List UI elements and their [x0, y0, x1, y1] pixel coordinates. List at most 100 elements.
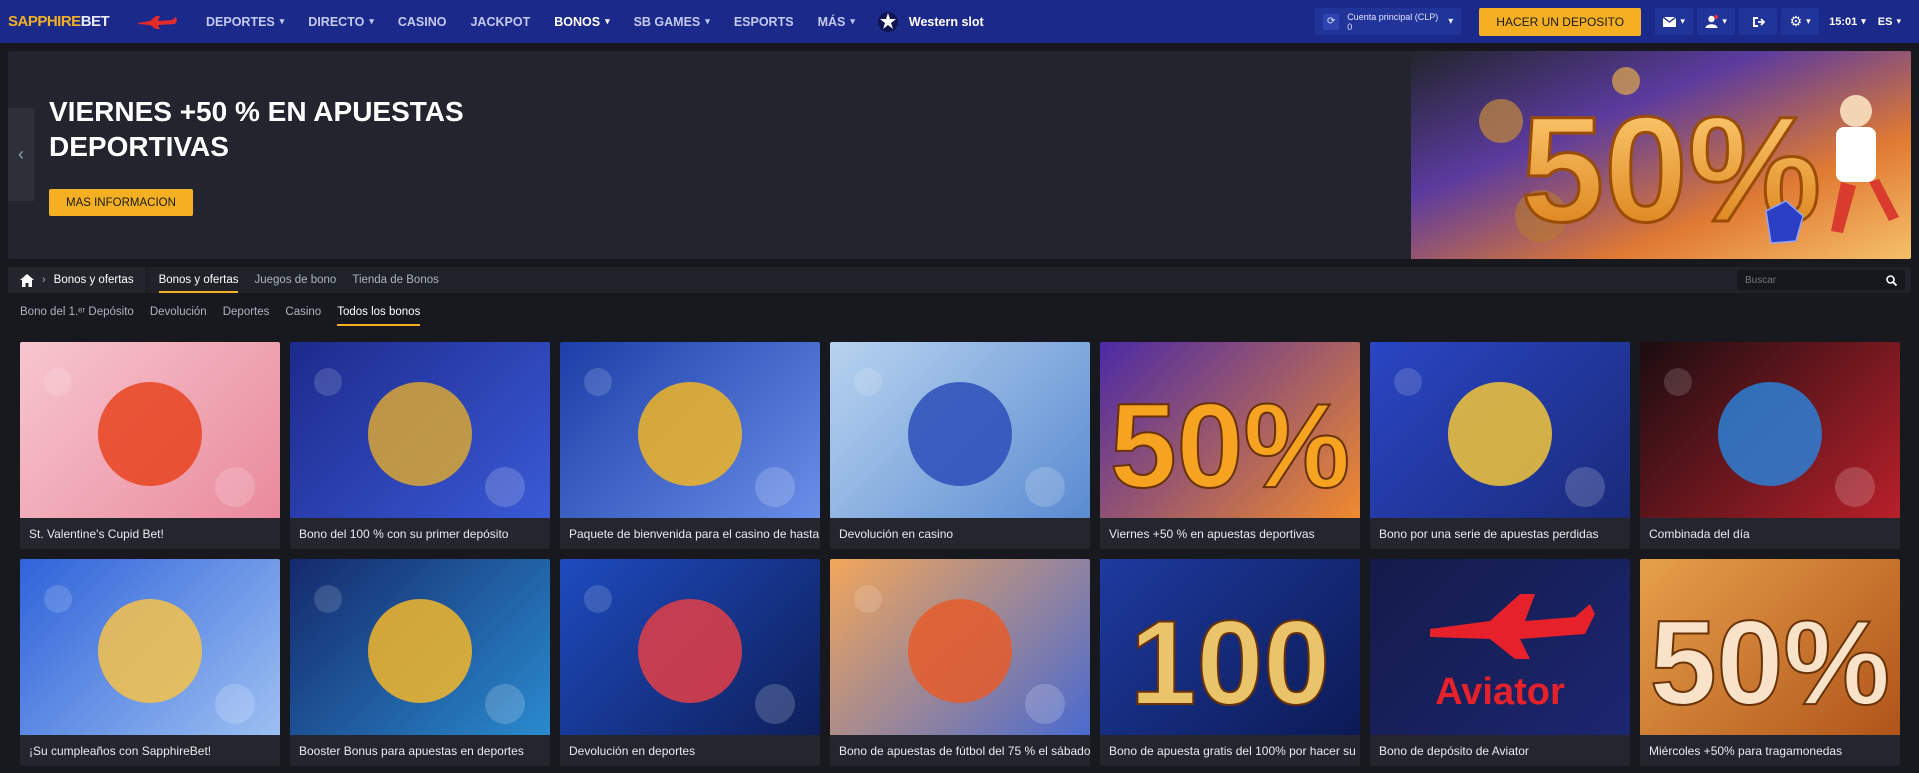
chevron-down-icon: ▾	[279, 16, 285, 26]
nav-item-bonos[interactable]: BONOS ▾	[542, 0, 621, 43]
bonus-card[interactable]: Devolución en casino	[830, 342, 1090, 549]
bonus-card-title: Bono de apuesta gratis del 100% por hace…	[1109, 743, 1356, 758]
bonus-card-image	[560, 342, 820, 518]
bonus-card-title: ¡Su cumpleaños con SapphireBet!	[29, 743, 212, 758]
bonus-card[interactable]: Booster Bonus para apuestas en deportes	[290, 559, 550, 766]
bonus-tabs-bar: › Bonos y ofertas Bonos y ofertas Juegos …	[8, 267, 1911, 293]
home-icon[interactable]	[20, 273, 34, 287]
banner-illustration: 50%	[1411, 51, 1911, 259]
nav-item-casino[interactable]: CASINO	[386, 0, 459, 43]
bonus-card[interactable]: St. Valentine's Cupid Bet!	[20, 342, 280, 549]
logout-icon	[1752, 16, 1765, 27]
breadcrumb-current: Bonos y ofertas	[53, 274, 134, 286]
chevron-down-icon: ▾	[1680, 16, 1685, 26]
bonus-card-title: Viernes +50 % en apuestas deportivas	[1109, 526, 1315, 541]
chevron-down-icon: ▾	[369, 16, 374, 26]
bonus-card-title: Bono por una serie de apuestas perdidas	[1379, 526, 1599, 541]
bonus-card-image	[290, 342, 550, 518]
bonus-card-art-text: 50%	[1650, 596, 1890, 730]
bonus-cards-grid: St. Valentine's Cupid Bet! Bono del 100 %…	[20, 342, 1900, 766]
bonus-card[interactable]: ¡Su cumpleaños con SapphireBet!	[20, 559, 280, 766]
bonus-card[interactable]: Paquete de bienvenida para el casino de …	[560, 342, 820, 549]
bonus-card-title: Devolución en deportes	[569, 743, 696, 758]
promo-banner: ‹ VIERNES +50 % EN APUESTAS DEPORTIVAS M…	[8, 51, 1911, 259]
bonus-card-title: Paquete de bienvenida para el casino de …	[569, 526, 820, 541]
sheriff-star-icon	[877, 11, 898, 32]
bonus-card-image	[290, 559, 550, 735]
bonus-card-title: Bono del 100 % con su primer depósito	[299, 526, 509, 541]
bonus-card[interactable]: Bono de apuestas de fútbol del 75 % el s…	[830, 559, 1090, 766]
account-balance-selector[interactable]: ⟳ Cuenta principal (CLP) 0 ▾	[1315, 8, 1462, 35]
filter-2[interactable]: Deportes	[223, 300, 270, 324]
bonus-card[interactable]: Devolución en deportes	[560, 559, 820, 766]
language-selector[interactable]: ES ▾	[1872, 8, 1907, 35]
banner-prev-arrow-icon[interactable]: ‹	[8, 108, 34, 201]
bonus-card-title: Combinada del día	[1649, 526, 1750, 541]
tab-bonos-y-ofertas[interactable]: Bonos y ofertas	[151, 267, 247, 293]
gear-icon: ⚙	[1789, 13, 1803, 29]
nav-item-directo[interactable]: DIRECTO ▾	[296, 0, 386, 43]
profile-button[interactable]: ▾	[1697, 8, 1736, 35]
bonus-card-image: 50%	[1100, 342, 1360, 518]
messages-button[interactable]: ▾	[1655, 8, 1694, 35]
envelope-icon	[1663, 16, 1677, 27]
bonus-card-image: 50%	[1640, 559, 1900, 735]
nav-item-más[interactable]: MÁS ▾	[806, 0, 867, 43]
bonus-card-title: Bono de apuestas de fútbol del 75 % el s…	[839, 743, 1090, 758]
filter-1[interactable]: Devolución	[150, 300, 207, 324]
filter-3[interactable]: Casino	[285, 300, 321, 324]
chevron-down-icon: ▾	[1448, 16, 1454, 27]
bonus-card[interactable]: Aviator Bono de depósito de Aviator	[1370, 559, 1630, 766]
bonus-card-art-text: 50%	[1110, 379, 1350, 513]
bonus-card-title: Booster Bonus para apuestas en deportes	[299, 743, 524, 758]
chevron-down-icon: ▾	[850, 16, 855, 26]
banner-title: VIERNES +50 % EN APUESTAS DEPORTIVAS	[49, 96, 464, 162]
bonus-card[interactable]: 100 Bono de apuesta gratis del 100% por h…	[1100, 559, 1360, 766]
chevron-down-icon: ▾	[605, 16, 610, 26]
search-icon[interactable]	[1886, 274, 1897, 286]
breadcrumb: › Bonos y ofertas	[8, 267, 147, 293]
clock[interactable]: 15:01 ▾	[1829, 16, 1866, 28]
more-info-button[interactable]: MAS INFORMACION	[49, 189, 193, 216]
bonus-card-image	[560, 559, 820, 735]
nav-item-deportes[interactable]: DEPORTES ▾	[194, 0, 296, 43]
chevron-right-icon: ›	[42, 274, 46, 286]
bonus-card[interactable]: Bono por una serie de apuestas perdidas	[1370, 342, 1630, 549]
bonus-card[interactable]: 50% Viernes +50 % en apuestas deportivas	[1100, 342, 1360, 549]
aviator-plane-icon[interactable]	[136, 12, 180, 32]
filter-0[interactable]: Bono del 1.ᵉʳ Depósito	[20, 300, 134, 324]
search-box[interactable]	[1737, 270, 1905, 290]
bonus-card-art-text: 100	[1130, 596, 1330, 730]
bonus-card-image	[830, 342, 1090, 518]
nav-item-jackpot[interactable]: JACKPOT	[458, 0, 542, 43]
logout-button[interactable]	[1739, 8, 1778, 35]
tab-tienda-de-bonos[interactable]: Tienda de Bonos	[344, 267, 447, 293]
settings-button[interactable]: ⚙ ▾	[1781, 8, 1820, 35]
main-nav: DEPORTES ▾ DIRECTO ▾ CASINO JACKPOT BONOS ▾ SB G…	[194, 0, 867, 43]
bonus-card-title: Miércoles +50% para tragamonedas	[1649, 743, 1843, 758]
filter-4[interactable]: Todos los bonos	[337, 300, 421, 326]
bonus-card[interactable]: Combinada del día	[1640, 342, 1900, 549]
nav-item-sb-games[interactable]: SB GAMES ▾	[622, 0, 722, 43]
sapphirebet-logo[interactable]: SAPPHIRE BET	[8, 13, 128, 30]
bonus-card-image	[1370, 342, 1630, 518]
bonus-card-image: Aviator	[1370, 559, 1630, 735]
bonus-card-image	[830, 559, 1090, 735]
tab-juegos-de-bono[interactable]: Juegos de bono	[246, 267, 344, 293]
bonus-card-image	[20, 559, 280, 735]
bonus-card-title: Bono de depósito de Aviator	[1379, 743, 1529, 758]
bonus-card[interactable]: Bono del 100 % con su primer depósito	[290, 342, 550, 549]
nav-item-esports[interactable]: ESPORTS	[722, 0, 806, 43]
refresh-icon[interactable]: ⟳	[1323, 13, 1340, 30]
top-navigation-bar: SAPPHIRE BET DEPORTES ▾ DIRECTO ▾ CASINO JACKP…	[0, 0, 1919, 43]
bonus-card[interactable]: 50% Miércoles +50% para tragamonedas	[1640, 559, 1900, 766]
deposit-button[interactable]: HACER UN DEPOSITO	[1479, 7, 1642, 36]
western-slot-link[interactable]: Western slot	[877, 11, 984, 33]
bonus-card-title: St. Valentine's Cupid Bet!	[29, 526, 164, 541]
user-icon	[1705, 15, 1719, 28]
chevron-down-icon: ▾	[1861, 16, 1866, 26]
search-input[interactable]	[1745, 274, 1886, 286]
bonus-card-title: Devolución en casino	[839, 526, 954, 541]
chevron-down-icon: ▾	[705, 16, 710, 26]
bonus-filters: Bono del 1.ᵉʳ Depósito Devolución Deportes…	[20, 300, 436, 326]
